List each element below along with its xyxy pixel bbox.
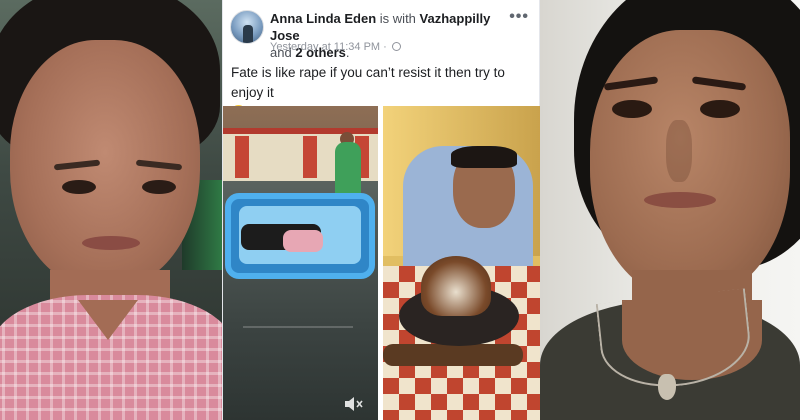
lips [644,192,716,208]
left-portrait-photo [0,0,222,420]
face [10,40,200,290]
post-timestamp-link[interactable]: Yesterday at 11:34 PM [270,41,380,53]
post-header: Anna Linda Eden is with Vazhappilly Jose… [223,0,539,61]
necklace-pendant [658,374,676,400]
meta-separator: · [383,41,387,53]
author-avatar[interactable] [230,10,264,44]
post-photo-flood-pool[interactable] [223,106,378,420]
left-eye [612,100,652,118]
man-hair [451,146,517,168]
post-photo-dessert[interactable] [383,106,541,420]
nose [666,120,692,182]
right-eyebrow [135,159,183,171]
post-meta: Yesterday at 11:34 PM · [270,41,401,53]
right-eye [700,100,740,118]
right-eye [142,180,176,194]
water-ripple [243,326,353,328]
more-options-icon[interactable]: ••• [509,9,529,25]
post-author-line: Anna Linda Eden is with Vazhappilly Jose… [270,10,510,61]
post-message-text: Fate is like rape if you can’t resist it… [231,65,505,100]
left-eyebrow [53,159,101,171]
right-portrait-photo [540,0,800,420]
left-eye [62,180,96,194]
with-text: is with [379,11,416,26]
lips [82,236,140,250]
brownie-sundae [421,256,491,316]
facebook-post: Anna Linda Eden is with Vazhappilly Jose… [222,0,541,420]
pink-bag [283,230,323,252]
wooden-board [383,344,523,366]
pillar [235,136,249,178]
author-name-link[interactable]: Anna Linda Eden [270,11,376,26]
man-in-blue-shirt [403,146,533,276]
globe-icon[interactable] [391,42,401,51]
mute-icon[interactable] [344,396,364,412]
pillar [303,136,317,178]
